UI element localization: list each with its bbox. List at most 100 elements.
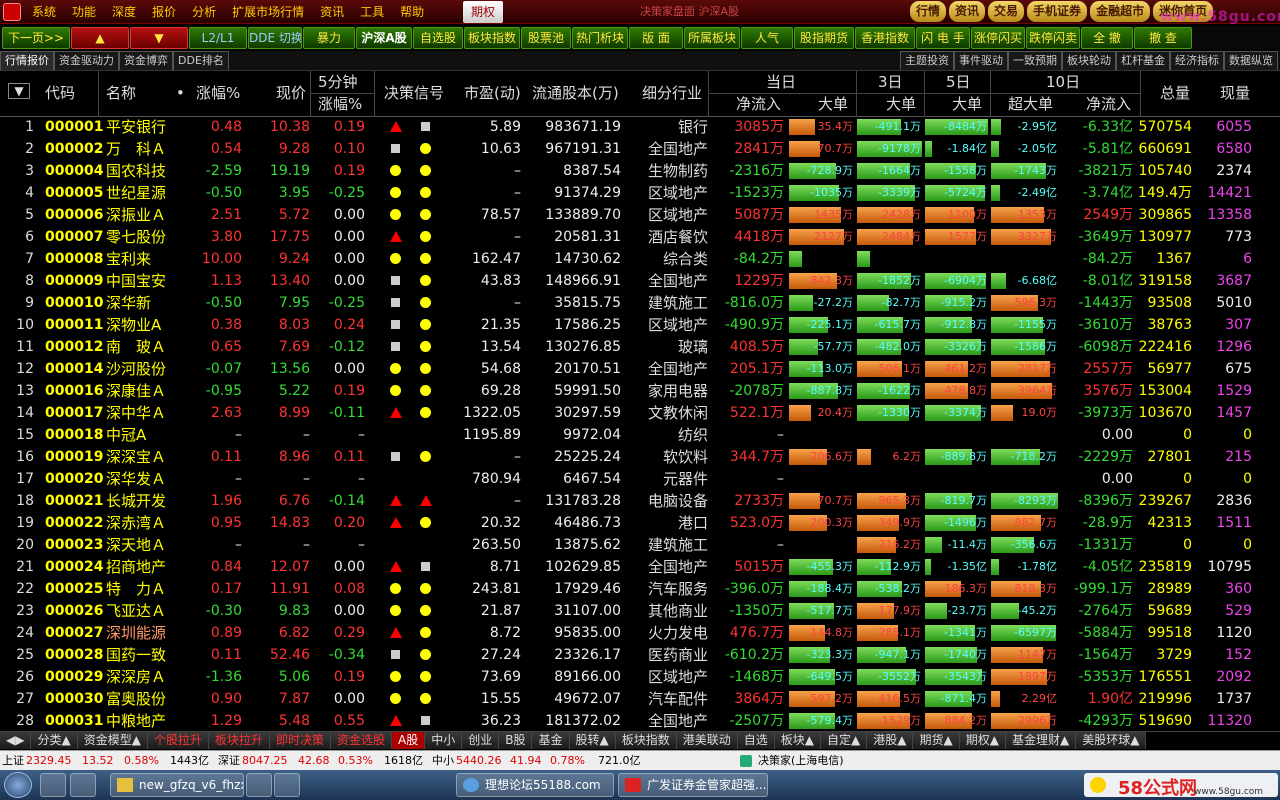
stock-name[interactable]: 深物业A (106, 314, 161, 336)
bottom-tab[interactable]: A股 (392, 732, 426, 749)
bottom-tab[interactable]: 基金 (532, 732, 570, 749)
table-row[interactable]: 13 000016 深康佳Ａ -0.95 5.22 0.19 69.28 59991.50 家用… (0, 380, 1280, 402)
header-code[interactable]: 代码 (45, 82, 75, 104)
bottom-tab[interactable]: 自选 (737, 732, 775, 749)
stock-code[interactable]: 000020 (45, 468, 103, 490)
table-row[interactable]: 16 000019 深深宝Ａ 0.11 8.96 0.11 – 25225.24 软饮料 344.… (0, 446, 1280, 468)
stock-name[interactable]: 中冠A (106, 424, 146, 446)
bottom-tab[interactable]: 个股拉升 (147, 732, 209, 749)
menu-options-tab[interactable]: 期权 (463, 1, 503, 23)
sub-tab[interactable]: 一致预期 (1008, 51, 1062, 70)
stock-name[interactable]: 深深宝Ａ (106, 446, 166, 468)
sub-tab[interactable]: 事件驱动 (954, 51, 1008, 70)
sub-tab[interactable]: 数据纵览 (1224, 51, 1278, 70)
stock-code[interactable]: 000031 (45, 710, 103, 732)
stock-code[interactable]: 000012 (45, 336, 103, 358)
bottom-tab[interactable]: 资金模型▲ (77, 732, 148, 749)
stock-code[interactable]: 000028 (45, 644, 103, 666)
qq-taskbar-icon[interactable] (246, 773, 272, 797)
stock-name[interactable]: 宝利来 (106, 248, 151, 270)
toolbar-button[interactable]: DDE 切换 (248, 27, 302, 49)
bottom-tab[interactable]: 股转▲ (569, 732, 616, 749)
taskbar-trading-app[interactable]: 广发证券金管家超强... (618, 773, 768, 797)
menu-item[interactable]: 分析 (184, 0, 224, 24)
table-row[interactable]: 12 000014 沙河股份 -0.07 13.56 0.00 54.68 20170.51 全… (0, 358, 1280, 380)
stock-name[interactable]: 南 玻Ａ (106, 336, 166, 358)
table-row[interactable]: 4 000005 世纪星源 -0.50 3.95 -0.25 – 91374.29 区域地产 -1… (0, 182, 1280, 204)
header-big-order[interactable]: 大单 (818, 93, 848, 115)
bottom-tab[interactable]: 港股▲ (867, 732, 914, 749)
table-row[interactable]: 18 000021 长城开发 1.96 6.76 -0.14 – 131783.28 电脑设备 2… (0, 490, 1280, 512)
stock-code[interactable]: 000027 (45, 622, 103, 644)
header-price[interactable]: 现价 (276, 82, 306, 104)
top-button[interactable]: 交易 (988, 1, 1025, 22)
stock-code[interactable]: 000026 (45, 600, 103, 622)
stock-name[interactable]: 飞亚达Ａ (106, 600, 166, 622)
top-button[interactable]: 手机证券 (1027, 1, 1088, 22)
stock-name[interactable]: 平安银行 (106, 116, 166, 138)
stock-name[interactable]: 沙河股份 (106, 358, 166, 380)
stock-code[interactable]: 000007 (45, 226, 103, 248)
table-row[interactable]: 25 000028 国药一致 0.11 52.46 -0.34 27.24 23326.17 医… (0, 644, 1280, 666)
taskbar-forum[interactable]: 理想论坛55188.com (456, 773, 614, 797)
stock-code[interactable]: 000006 (45, 204, 103, 226)
toolbar-button[interactable]: 涨停闪买 (971, 27, 1025, 49)
toolbar-button[interactable]: 闪 电 手 (916, 27, 970, 49)
top-button[interactable]: 资讯 (949, 1, 986, 22)
toolbar-button[interactable]: 版 面 (629, 27, 683, 49)
menu-item[interactable]: 功能 (64, 0, 104, 24)
table-row[interactable]: 1 000001 平安银行 0.48 10.38 0.19 5.89 983671.19 银行 3… (0, 116, 1280, 138)
toolbar-button[interactable]: 沪深A股 (356, 27, 412, 49)
stock-name[interactable]: 深赤湾Ａ (106, 512, 166, 534)
header-float-shares[interactable]: 流通股本(万) (532, 82, 619, 104)
stock-name[interactable]: 深振业Ａ (106, 204, 166, 226)
stock-name[interactable]: 富奥股份 (106, 688, 166, 710)
toolbar-button[interactable]: 所属板块 (684, 27, 740, 49)
table-row[interactable]: 10 000011 深物业A 0.38 8.03 0.24 21.35 17586.25 区域地… (0, 314, 1280, 336)
table-row[interactable]: 27 000030 富奥股份 0.90 7.87 0.00 15.55 49672.07 汽车配… (0, 688, 1280, 710)
bottom-tab[interactable]: 期权▲ (959, 732, 1006, 749)
toolbar-button[interactable]: 板块指数 (464, 27, 520, 49)
top-button[interactable]: 行情 (910, 1, 947, 22)
bottom-tab[interactable]: 板块拉升 (208, 732, 270, 749)
stock-code[interactable]: 000018 (45, 424, 103, 446)
stock-name[interactable]: 深天地Ａ (106, 534, 166, 556)
sort-toggle-icon[interactable]: ▼ (8, 83, 30, 99)
stock-name[interactable]: 深中华Ａ (106, 402, 166, 424)
top-button[interactable]: 金融超市 (1090, 1, 1151, 22)
stock-name[interactable]: 国农科技 (106, 160, 166, 182)
bottom-tab[interactable]: 板块指数 (615, 732, 677, 749)
stock-name[interactable]: 零七股份 (106, 226, 166, 248)
stock-code[interactable]: 000008 (45, 248, 103, 270)
toolbar-button[interactable]: 下一页>> (2, 27, 70, 49)
header-net-inflow[interactable]: 净流入 (736, 93, 781, 115)
stock-code[interactable]: 000022 (45, 512, 103, 534)
table-row[interactable]: 3 000004 国农科技 -2.59 19.19 0.19 – 8387.54 生物制药 -23… (0, 160, 1280, 182)
toolbar-button[interactable]: 人气 (741, 27, 793, 49)
taskbar-folder[interactable]: new_gfzq_v6_fhzx (110, 773, 244, 797)
table-row[interactable]: 5 000006 深振业Ａ 2.51 5.72 0.00 78.57 133889.70 区域地… (0, 204, 1280, 226)
sub-tab[interactable]: 板块轮动 (1062, 51, 1116, 70)
sub-tab[interactable]: 资金博弈 (119, 51, 173, 70)
stock-name[interactable]: 深华发Ａ (106, 468, 166, 490)
toolbar-button[interactable]: 香港指数 (855, 27, 915, 49)
sub-tab[interactable]: 经济指标 (1170, 51, 1224, 70)
bottom-tab[interactable]: 即时决策 (269, 732, 331, 749)
menu-item[interactable]: 报价 (144, 0, 184, 24)
header-5min[interactable]: 5分钟 (318, 71, 358, 93)
bottom-tab[interactable]: 港美联动 (676, 732, 738, 749)
stock-name[interactable]: 招商地产 (106, 556, 166, 578)
media-taskbar-icon[interactable] (70, 773, 96, 797)
menu-item[interactable]: 资讯 (312, 0, 352, 24)
table-row[interactable]: 22 000025 特 力Ａ 0.17 11.91 0.08 243.81 17929.46 汽… (0, 578, 1280, 600)
menu-item[interactable]: 扩展市场行情 (224, 0, 312, 24)
menu-item[interactable]: 深度 (104, 0, 144, 24)
toolbar-button[interactable]: L2/L1 (189, 27, 247, 49)
sub-tab[interactable]: 行情报价 (0, 51, 54, 70)
bottom-tab[interactable]: 板块▲ (774, 732, 822, 749)
table-row[interactable]: 2 000002 万 科Ａ 0.54 9.28 0.10 10.63 967191.31 全国地… (0, 138, 1280, 160)
table-row[interactable]: 20 000023 深天地Ａ – – – 263.50 13875.62 建筑施工 – 216.2万… (0, 534, 1280, 556)
start-button-icon[interactable] (4, 772, 32, 798)
table-row[interactable]: 9 000010 深华新 -0.50 7.95 -0.25 – 35815.75 建筑施工 -81… (0, 292, 1280, 314)
stock-code[interactable]: 000011 (45, 314, 103, 336)
